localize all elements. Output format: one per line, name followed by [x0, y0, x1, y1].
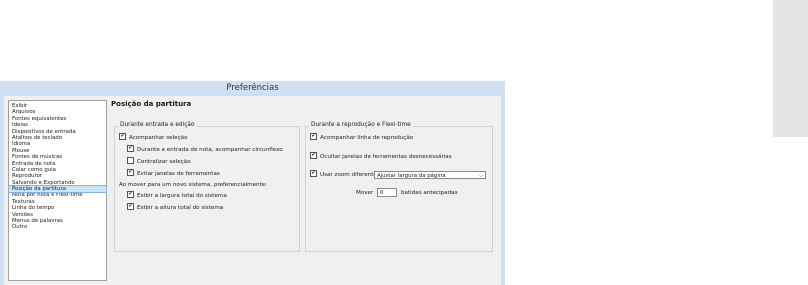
follow-caret-checkbox[interactable]: ✔ Durante a entrada de nota, acompanhar c…	[127, 145, 283, 154]
full-height-checkbox[interactable]: ✔ Exibir a altura total do sistema	[127, 203, 224, 212]
preferences-window: Preferências Exibir Arquivos Fontes equiva…	[0, 81, 505, 285]
full-width-label: Exibir a largura total do sistema	[137, 193, 227, 199]
dialog-client: Exibir Arquivos Fontes equivalentes Ideias D…	[4, 96, 501, 285]
checkbox-icon: ✔	[310, 133, 317, 140]
page-title: Posição da partitura	[111, 100, 192, 108]
center-selection-label: Centralizar seleção	[137, 159, 191, 165]
entry-group: Durante entrada e edição ✔ Acompanhar sel…	[114, 122, 300, 252]
use-zoom-label: Usar zoom diferente:	[320, 172, 379, 178]
category-list[interactable]: Exibir Arquivos Fontes equivalentes Ideias D…	[8, 100, 107, 281]
category-item[interactable]: Outro	[9, 224, 106, 230]
move-suffix-label: batidas antecipadas	[401, 190, 458, 196]
checkbox-icon: ✔	[310, 170, 317, 177]
playback-group: Durante a reprodução e Flexi-time ✔ Acomp…	[305, 122, 493, 252]
move-system-text: Ao mover para um novo sistema, preferenc…	[119, 182, 268, 188]
checkbox-icon: ✔	[127, 145, 134, 152]
checkbox-icon: ✔	[119, 133, 126, 140]
follow-selection-checkbox[interactable]: ✔ Acompanhar seleção	[119, 133, 188, 142]
full-width-checkbox[interactable]: ✔ Exibir a largura total do sistema	[127, 191, 227, 200]
side-panel	[773, 0, 808, 137]
follow-playline-checkbox[interactable]: ✔ Acompanhar linha de reprodução	[310, 133, 414, 142]
follow-selection-label: Acompanhar seleção	[129, 135, 188, 141]
follow-playline-label: Acompanhar linha de reprodução	[320, 135, 414, 141]
use-zoom-checkbox[interactable]: ✔ Usar zoom diferente:	[310, 170, 379, 179]
checkbox-icon: ✔	[310, 152, 317, 159]
full-height-label: Exibir a altura total do sistema	[137, 205, 224, 211]
avoid-toolbars-label: Evitar janelas de ferramentas	[137, 171, 220, 177]
center-selection-checkbox[interactable]: Centralizar seleção	[127, 157, 191, 166]
avoid-toolbars-checkbox[interactable]: ✔ Evitar janelas de ferramentas	[127, 169, 220, 178]
move-label: Mover	[356, 190, 374, 196]
checkbox-icon: ✔	[127, 169, 134, 176]
window-title: Preferências	[226, 83, 279, 93]
move-beats-input[interactable]: 0	[377, 188, 397, 197]
follow-caret-label: Durante a entrada de nota, acompanhar ci…	[137, 147, 283, 153]
checkbox-icon: ✔	[127, 191, 134, 198]
entry-group-title: Durante entrada e edição	[118, 122, 197, 128]
zoom-dropdown[interactable]: Ajustar largura da página ⌵	[374, 171, 486, 179]
hide-toolbars-label: Ocultar janelas de ferramentas desnecess…	[320, 154, 452, 160]
checkbox-icon	[127, 157, 134, 164]
hide-toolbars-checkbox[interactable]: ✔ Ocultar janelas de ferramentas desneces…	[310, 152, 452, 161]
zoom-dropdown-value: Ajustar largura da página	[377, 173, 446, 179]
playback-group-title: Durante a reprodução e Flexi-time	[309, 122, 413, 128]
checkbox-icon: ✔	[127, 203, 134, 210]
chevron-down-icon: ⌵	[479, 173, 483, 179]
